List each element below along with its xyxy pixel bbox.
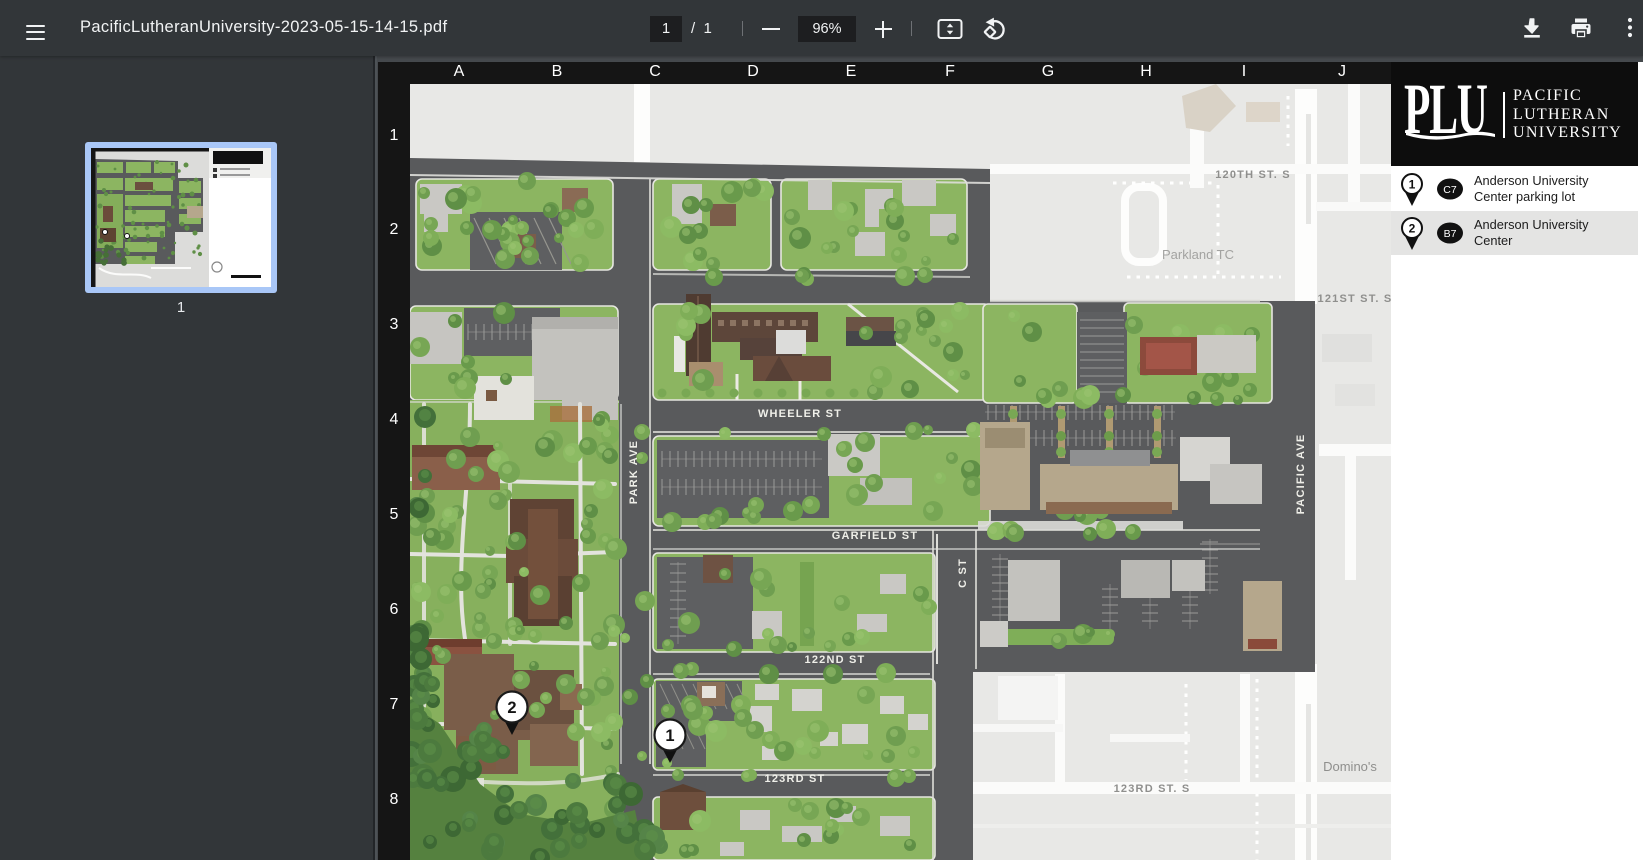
svg-text:2: 2 (507, 699, 516, 717)
svg-text:B7: B7 (1444, 228, 1457, 240)
svg-text:123RD ST: 123RD ST (765, 773, 826, 785)
svg-text:GARFIELD ST: GARFIELD ST (832, 530, 919, 542)
svg-text:C7: C7 (1443, 184, 1457, 196)
svg-text:121ST ST. S: 121ST ST. S (1318, 293, 1391, 305)
svg-text:1: 1 (665, 727, 674, 745)
svg-text:PARK AVE: PARK AVE (628, 440, 640, 504)
svg-text:WHEELER ST: WHEELER ST (758, 408, 842, 420)
svg-text:1: 1 (1409, 177, 1416, 191)
svg-text:123RD ST. S: 123RD ST. S (1114, 783, 1191, 795)
svg-text:120TH ST. S: 120TH ST. S (1215, 169, 1291, 181)
svg-text:122ND ST: 122ND ST (805, 654, 866, 666)
svg-text:2: 2 (1409, 222, 1416, 236)
svg-text:C ST: C ST (957, 558, 969, 588)
svg-text:Domino's: Domino's (1323, 759, 1377, 774)
svg-text:Parkland TC: Parkland TC (1162, 247, 1234, 262)
svg-text:PACIFIC AVE: PACIFIC AVE (1295, 434, 1307, 515)
